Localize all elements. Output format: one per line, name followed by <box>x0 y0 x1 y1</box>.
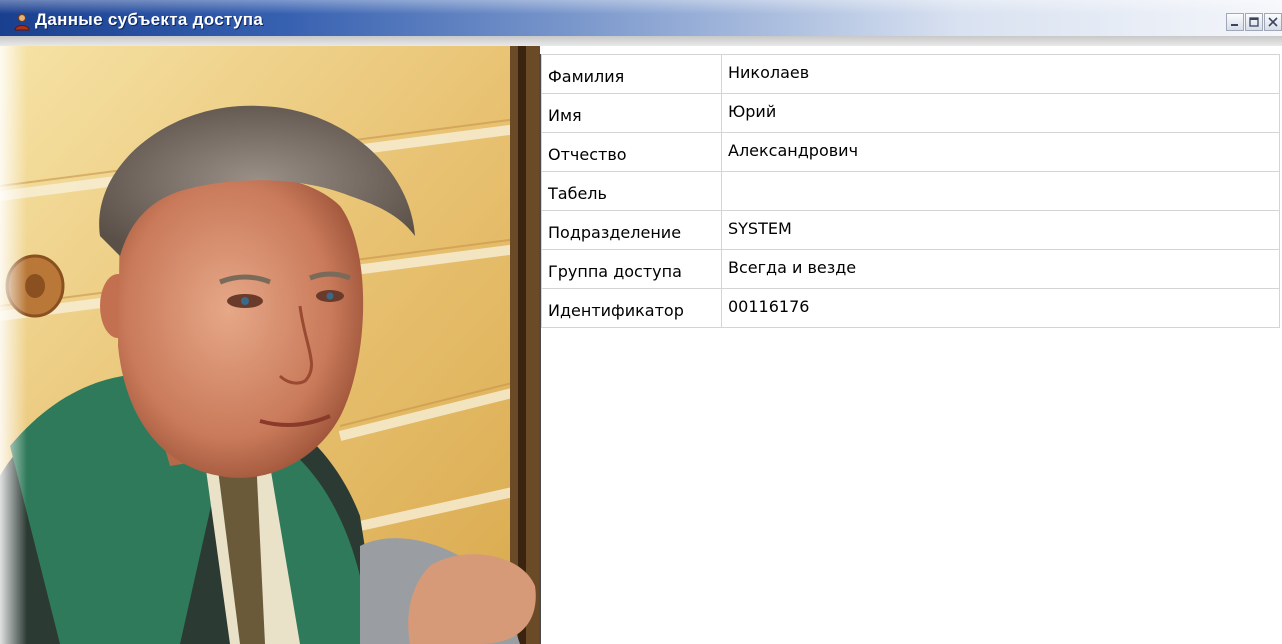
property-value[interactable]: Юрий <box>721 93 1280 133</box>
title-bar[interactable]: Данные субъекта доступа <box>0 0 1282 46</box>
property-value[interactable]: Николаев <box>721 54 1280 94</box>
window-controls <box>1226 13 1282 31</box>
minimize-icon <box>1231 24 1238 26</box>
subject-photo <box>0 46 540 644</box>
table-row[interactable]: Табель <box>541 171 1280 211</box>
property-grid: Фамилия Николаев Имя Юрий Отчество Алекс… <box>541 54 1282 644</box>
maximize-button[interactable] <box>1245 13 1263 31</box>
table-row[interactable]: Имя Юрий <box>541 93 1280 133</box>
property-key: Имя <box>541 93 722 133</box>
properties-table: Фамилия Николаев Имя Юрий Отчество Алекс… <box>541 54 1280 328</box>
user-icon <box>14 14 30 31</box>
table-row[interactable]: Подразделение SYSTEM <box>541 210 1280 250</box>
table-row[interactable]: Отчество Александрович <box>541 132 1280 172</box>
table-row[interactable]: Идентификатор 00116176 <box>541 288 1280 328</box>
property-value[interactable] <box>721 171 1280 211</box>
property-key: Табель <box>541 171 722 211</box>
maximize-icon <box>1249 17 1259 27</box>
property-value[interactable]: SYSTEM <box>721 210 1280 250</box>
table-row[interactable]: Группа доступа Всегда и везде <box>541 249 1280 289</box>
property-key: Группа доступа <box>541 249 722 289</box>
property-key: Подразделение <box>541 210 722 250</box>
property-key: Отчество <box>541 132 722 172</box>
close-button[interactable] <box>1264 13 1282 31</box>
minimize-button[interactable] <box>1226 13 1244 31</box>
property-value[interactable]: Всегда и везде <box>721 249 1280 289</box>
table-row[interactable]: Фамилия Николаев <box>541 54 1280 94</box>
close-icon <box>1268 17 1278 27</box>
property-key: Фамилия <box>541 54 722 94</box>
subject-data-window: Данные субъекта доступа Фамилия Николаев… <box>0 0 1282 644</box>
property-value[interactable]: Александрович <box>721 132 1280 172</box>
property-value[interactable]: 00116176 <box>721 288 1280 328</box>
title-bar-strip <box>0 36 1282 46</box>
person-photo-icon <box>0 46 540 644</box>
window-title: Данные субъекта доступа <box>35 10 264 29</box>
property-key: Идентификатор <box>541 288 722 328</box>
